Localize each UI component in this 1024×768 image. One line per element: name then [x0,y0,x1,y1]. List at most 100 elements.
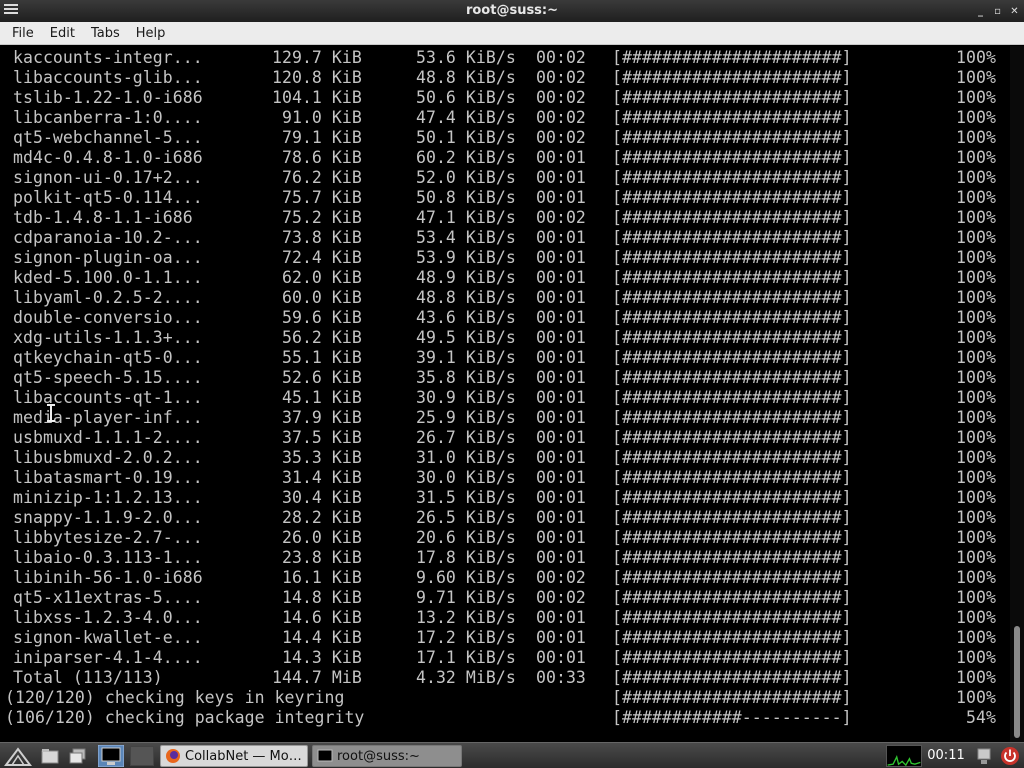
progress-bar: [######################] [612,408,852,427]
download-row: snappy-1.1.9-2.0... 28.2 KiB 26.5 KiB/s 0… [0,508,1010,528]
progress-percent: 100% [956,528,996,547]
lock-screen-icon[interactable] [974,746,994,766]
package-size: 56.2 KiB [272,328,362,347]
menu-file[interactable]: File [4,22,42,45]
elapsed-time: 00:01 [536,648,586,667]
download-rate: 35.8 KiB/s [406,368,516,387]
check-text: (106/120) checking package integrity [5,708,365,727]
download-row: libusbmuxd-2.0.2... 35.3 KiB 31.0 KiB/s 0… [0,448,1010,468]
package-size: 75.2 KiB [272,208,362,227]
close-icon[interactable]: ✕ [1009,6,1020,17]
elapsed-time: 00:01 [536,308,586,327]
task-terminal[interactable]: root@suss:~ [312,745,462,767]
progress-bar: [######################] [612,248,852,267]
elapsed-time: 00:02 [536,68,586,87]
elapsed-time: 00:01 [536,388,586,407]
menu-bar: File Edit Tabs Help [0,22,1024,45]
elapsed-time: 00:02 [536,588,586,607]
terminal-icon [317,749,333,762]
terminal-output[interactable]: kaccounts-integr... 129.7 KiB 53.6 KiB/s 0… [0,46,1010,742]
download-rate: 31.5 KiB/s [406,488,516,507]
progress-bar: [######################] [612,288,852,307]
total-progress-percent: 100% [956,668,996,687]
file-manager-icon[interactable] [40,746,60,766]
elapsed-time: 00:01 [536,268,586,287]
download-rate: 47.1 KiB/s [406,208,516,227]
mouse-cursor-icon [47,404,55,422]
progress-bar: [######################] [612,528,852,547]
download-row: double-conversio... 59.6 KiB 43.6 KiB/s 0… [0,308,1010,328]
download-rate: 47.4 KiB/s [406,108,516,127]
download-row: libxss-1.2.3-4.0... 14.6 KiB 13.2 KiB/s 0… [0,608,1010,628]
menu-edit[interactable]: Edit [42,22,83,45]
package-size: 59.6 KiB [272,308,362,327]
elapsed-time: 00:01 [536,628,586,647]
clock[interactable]: 00:11 [922,745,970,767]
terminal-scrollbar[interactable] [1010,46,1024,742]
download-row: minizip-1:1.2.13... 30.4 KiB 31.5 KiB/s 0… [0,488,1010,508]
download-rate: 30.9 KiB/s [406,388,516,407]
progress-bar: [######################] [612,588,852,607]
elapsed-time: 00:01 [536,608,586,627]
progress-bar: [######################] [612,108,852,127]
package-name: qt5-speech-5.15.... [13,368,203,387]
package-size: 23.8 KiB [272,548,362,567]
elapsed-time: 00:02 [536,128,586,147]
download-row: tdb-1.4.8-1.1-i686 75.2 KiB 47.1 KiB/s 00… [0,208,1010,228]
download-rate: 20.6 KiB/s [406,528,516,547]
maximize-icon[interactable]: ▫ [992,6,1003,17]
progress-percent: 100% [956,68,996,87]
window-titlebar[interactable]: root@suss:~ _ ▫ ✕ [0,0,1024,22]
download-row: qt5-speech-5.15.... 52.6 KiB 35.8 KiB/s 0… [0,368,1010,388]
package-size: 60.0 KiB [272,288,362,307]
package-size: 16.1 KiB [272,568,362,587]
download-rate: 48.9 KiB/s [406,268,516,287]
minimize-icon[interactable]: _ [975,6,986,17]
progress-percent: 100% [956,188,996,207]
desktop-pager[interactable] [130,746,154,766]
download-row: signon-kwallet-e... 14.4 KiB 17.2 KiB/s 0… [0,628,1010,648]
package-size: 14.6 KiB [272,608,362,627]
start-menu-icon[interactable] [4,745,32,767]
package-name: libaio-0.3.113-1... [13,548,203,567]
menu-help[interactable]: Help [128,22,174,45]
progress-percent: 100% [956,628,996,647]
download-row: libaccounts-qt-1... 45.1 KiB 30.9 KiB/s 0… [0,388,1010,408]
scrollbar-thumb[interactable] [1014,626,1020,738]
progress-bar: [######################] [612,48,852,67]
package-name: cdparanoia-10.2-... [13,228,203,247]
package-name: md4c-0.4.8-1.0-i686 [13,148,203,167]
download-rate: 53.6 KiB/s [406,48,516,67]
download-row: libinih-56-1.0-i686 16.1 KiB 9.60 KiB/s 0… [0,568,1010,588]
package-size: 75.7 KiB [272,188,362,207]
download-row: kded-5.100.0-1.1... 62.0 KiB 48.9 KiB/s 0… [0,268,1010,288]
package-size: 78.6 KiB [272,148,362,167]
download-rate: 43.6 KiB/s [406,308,516,327]
windows-icon[interactable] [68,746,88,766]
progress-bar: [######################] [612,348,852,367]
download-row: qtkeychain-qt5-0... 55.1 KiB 39.1 KiB/s 0… [0,348,1010,368]
total-progress-bar: [######################] [612,668,852,687]
progress-percent: 100% [956,388,996,407]
elapsed-time: 00:01 [536,408,586,427]
download-rate: 50.8 KiB/s [406,188,516,207]
package-size: 35.3 KiB [272,448,362,467]
task-browser[interactable]: CollabNet — Mo… [160,745,308,767]
download-row: iniparser-4.1-4.... 14.3 KiB 17.1 KiB/s 0… [0,648,1010,668]
progress-percent: 100% [956,548,996,567]
progress-bar: [######################] [612,228,852,247]
download-rate: 39.1 KiB/s [406,348,516,367]
package-size: 14.3 KiB [272,648,362,667]
cpu-monitor-graph [886,745,922,767]
menu-tabs[interactable]: Tabs [83,22,128,45]
package-name: xdg-utils-1.1.3+... [13,328,203,347]
progress-percent: 100% [956,348,996,367]
download-row: qt5-webchannel-5... 79.1 KiB 50.1 KiB/s 0… [0,128,1010,148]
terminal-launcher-icon[interactable] [98,745,124,767]
elapsed-time: 00:02 [536,88,586,107]
total-label: Total (113/113) [13,668,163,687]
download-rate: 50.1 KiB/s [406,128,516,147]
elapsed-time: 00:01 [536,188,586,207]
power-icon[interactable] [1000,746,1020,766]
window-menu-icon[interactable] [4,4,18,18]
